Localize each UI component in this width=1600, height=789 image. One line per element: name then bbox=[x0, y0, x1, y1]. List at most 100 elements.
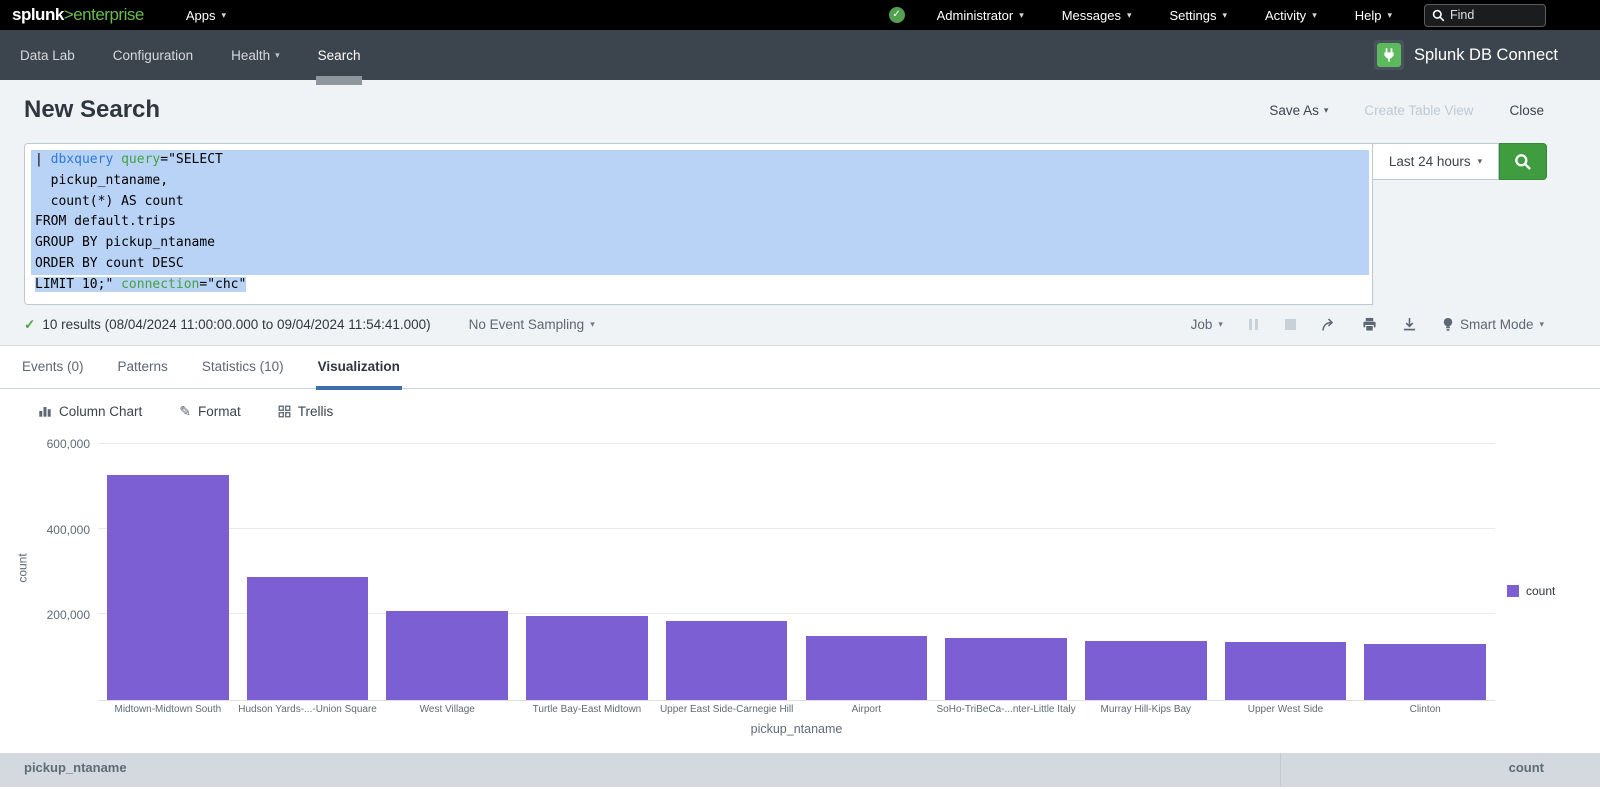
x-tick-label: Upper West Side bbox=[1216, 704, 1356, 715]
chevron-down-icon: ▾ bbox=[1127, 10, 1132, 21]
user-menu[interactable]: Administrator▾ bbox=[931, 8, 1030, 23]
chevron-down-icon: ▾ bbox=[1222, 10, 1227, 21]
x-axis-title: pickup_ntaname bbox=[98, 722, 1495, 736]
query-line: | dbxquery query="SELECT bbox=[31, 150, 1369, 171]
close-button[interactable]: Close bbox=[1509, 103, 1544, 118]
chevron-down-icon: ▾ bbox=[275, 50, 280, 61]
db-connect-icon-plate bbox=[1374, 40, 1404, 70]
app-identity[interactable]: Splunk DB Connect bbox=[1374, 40, 1558, 70]
chart-legend: count bbox=[1495, 436, 1600, 701]
messages-menu[interactable]: Messages▾ bbox=[1056, 8, 1138, 23]
find-input[interactable] bbox=[1450, 8, 1540, 22]
bar-column bbox=[238, 436, 378, 700]
y-tick-label: 200,000 bbox=[47, 608, 90, 622]
lightbulb-icon bbox=[1442, 317, 1454, 332]
bar-7[interactable] bbox=[1085, 641, 1207, 700]
bar-0[interactable] bbox=[107, 475, 229, 699]
search-mode-selector[interactable]: Smart Mode▾ bbox=[1442, 317, 1544, 332]
search-icon bbox=[1514, 153, 1532, 171]
bar-column bbox=[1076, 436, 1216, 700]
app-nav-bar: Data Lab Configuration Health▾ Search Sp… bbox=[0, 30, 1600, 80]
y-axis-ticks: 200,000400,000600,000 bbox=[36, 436, 98, 701]
statistics-table-header: pickup_ntaname count bbox=[0, 753, 1600, 787]
bar-8[interactable] bbox=[1225, 642, 1347, 699]
nav-item-configuration[interactable]: Configuration bbox=[113, 30, 193, 80]
apps-menu[interactable]: Apps▾ bbox=[180, 8, 232, 23]
tab-patterns[interactable]: Patterns bbox=[116, 345, 170, 389]
success-check-icon: ✓ bbox=[24, 317, 35, 333]
chevron-down-icon: ▾ bbox=[221, 10, 226, 21]
bar-column bbox=[1355, 436, 1495, 700]
query-line: pickup_ntaname, bbox=[31, 171, 1369, 192]
results-tabs: Events (0) Patterns Statistics (10) Visu… bbox=[0, 345, 1600, 389]
query-line: FROM default.trips bbox=[31, 212, 1369, 233]
x-tick-label: Hudson Yards-...-Union Square bbox=[238, 704, 378, 715]
legend-swatch bbox=[1507, 585, 1519, 597]
query-line: count(*) AS count bbox=[31, 192, 1369, 213]
pause-icon[interactable] bbox=[1248, 319, 1260, 330]
bar-1[interactable] bbox=[247, 577, 369, 700]
bar-4[interactable] bbox=[666, 621, 788, 700]
pencil-icon: ✎ bbox=[179, 403, 191, 420]
print-icon[interactable] bbox=[1362, 317, 1377, 332]
trellis-grid-icon bbox=[278, 405, 291, 418]
chevron-down-icon: ▾ bbox=[1324, 105, 1329, 116]
job-menu[interactable]: Job▾ bbox=[1191, 317, 1223, 332]
settings-menu[interactable]: Settings▾ bbox=[1164, 8, 1234, 23]
plot-area bbox=[98, 436, 1495, 701]
query-line: LIMIT 10;" connection="chc" bbox=[31, 275, 1369, 296]
time-range-picker[interactable]: Last 24 hours▾ bbox=[1373, 143, 1499, 180]
stop-icon[interactable] bbox=[1285, 319, 1296, 330]
bar-column bbox=[377, 436, 517, 700]
results-summary: 10 results (08/04/2024 11:00:00.000 to 0… bbox=[42, 317, 430, 332]
x-tick-label: Airport bbox=[797, 704, 937, 715]
chart-type-picker[interactable]: Column Chart bbox=[38, 404, 142, 419]
save-as-button[interactable]: Save As▾ bbox=[1269, 103, 1328, 118]
chevron-down-icon: ▾ bbox=[590, 319, 595, 330]
legend-item-count[interactable]: count bbox=[1507, 584, 1600, 598]
create-table-view-button[interactable]: Create Table View bbox=[1364, 103, 1473, 118]
bar-5[interactable] bbox=[806, 636, 928, 699]
nav-item-search[interactable]: Search bbox=[318, 30, 361, 80]
top-bar: splunk>enterprise Apps▾ ✓ Administrator▾… bbox=[0, 0, 1600, 30]
health-status-badge[interactable]: ✓ bbox=[889, 7, 905, 23]
column-header-pickup-ntaname[interactable]: pickup_ntaname bbox=[24, 760, 127, 775]
y-axis-title: count bbox=[10, 436, 36, 701]
trellis-button[interactable]: Trellis bbox=[278, 404, 334, 419]
nav-item-health[interactable]: Health▾ bbox=[231, 30, 280, 80]
bar-column bbox=[517, 436, 657, 700]
format-button[interactable]: ✎ Format bbox=[179, 403, 241, 420]
nav-item-data-lab[interactable]: Data Lab bbox=[20, 30, 75, 80]
export-icon[interactable] bbox=[1402, 317, 1417, 332]
x-tick-label: Turtle Bay-East Midtown bbox=[517, 704, 657, 715]
event-sampling-dropdown[interactable]: No Event Sampling▾ bbox=[469, 317, 595, 332]
chevron-down-icon: ▾ bbox=[1218, 319, 1223, 330]
bar-column bbox=[936, 436, 1076, 700]
tab-statistics[interactable]: Statistics (10) bbox=[200, 345, 286, 389]
bar-2[interactable] bbox=[386, 611, 508, 700]
splunk-logo[interactable]: splunk>enterprise bbox=[12, 5, 144, 25]
chevron-down-icon: ▾ bbox=[1539, 319, 1544, 330]
activity-menu[interactable]: Activity▾ bbox=[1259, 8, 1323, 23]
column-header-count[interactable]: count bbox=[1509, 760, 1544, 775]
help-menu[interactable]: Help▾ bbox=[1349, 8, 1398, 23]
app-title: Splunk DB Connect bbox=[1414, 46, 1558, 65]
bar-9[interactable] bbox=[1364, 644, 1486, 699]
column-chart: count 200,000400,000600,000 count bbox=[10, 436, 1600, 701]
share-icon[interactable] bbox=[1321, 317, 1337, 333]
bar-6[interactable] bbox=[945, 638, 1067, 699]
chevron-down-icon: ▾ bbox=[1312, 10, 1317, 21]
x-tick-label: Midtown-Midtown South bbox=[98, 704, 238, 715]
bars-row bbox=[98, 436, 1495, 700]
search-submit-button[interactable] bbox=[1499, 143, 1547, 180]
tab-events[interactable]: Events (0) bbox=[20, 345, 86, 389]
bar-column bbox=[98, 436, 238, 700]
tab-visualization[interactable]: Visualization bbox=[316, 345, 402, 389]
search-bar: | dbxquery query="SELECT pickup_ntaname,… bbox=[0, 140, 1600, 305]
bar-3[interactable] bbox=[526, 616, 648, 700]
query-line: ORDER BY count DESC bbox=[31, 254, 1369, 275]
page-header: New Search Save As▾ Create Table View Cl… bbox=[0, 80, 1600, 140]
column-chart-icon bbox=[38, 404, 52, 418]
search-query-editor[interactable]: | dbxquery query="SELECT pickup_ntaname,… bbox=[24, 143, 1373, 305]
find-search-box[interactable] bbox=[1424, 4, 1546, 27]
